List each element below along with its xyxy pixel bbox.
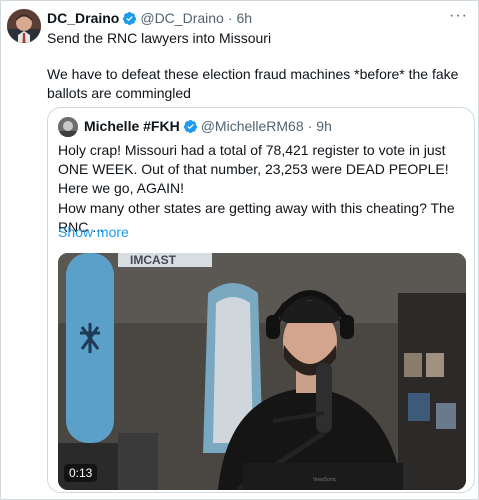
quoted-author-name[interactable]: Michelle #FKH	[84, 118, 180, 134]
quoted-avatar-image	[58, 117, 78, 137]
show-more-link[interactable]: Show more	[58, 224, 129, 240]
quoted-tweet[interactable]: Michelle #FKH @MichelleRM68 · 9h Holy cr…	[47, 107, 475, 493]
verified-badge-icon	[183, 119, 198, 134]
tweet-timestamp[interactable]: 6h	[237, 10, 253, 26]
quoted-text-paragraph-1: Holy crap! Missouri had a total of 78,42…	[58, 142, 449, 196]
video-duration-badge: 0:13	[64, 464, 98, 482]
avatar-image	[7, 9, 41, 43]
author-handle[interactable]: @DC_Draino	[140, 10, 223, 26]
tweet-header: DC_Draino @DC_Draino · 6h	[47, 10, 252, 26]
more-options-icon[interactable]: ···	[449, 7, 468, 25]
quoted-tweet-header: Michelle #FKH @MichelleRM68 · 9h	[84, 118, 332, 134]
tweet-text-line-2: We have to defeat these election fraud m…	[47, 66, 459, 101]
video-sign-text: IMCAST	[130, 253, 177, 267]
quoted-author-avatar[interactable]	[58, 117, 78, 137]
author-name[interactable]: DC_Draino	[47, 10, 119, 26]
video-frame-image: IMCAST ViewSonic	[58, 253, 466, 490]
author-avatar[interactable]	[7, 9, 41, 43]
tweet-card[interactable]: DC_Draino @DC_Draino · 6h ··· Send the R…	[0, 0, 479, 500]
quoted-author-handle[interactable]: @MichelleRM68	[201, 118, 304, 134]
tweet-text-line-1: Send the RNC lawyers into Missouri	[47, 30, 272, 46]
quoted-tweet-timestamp[interactable]: 9h	[316, 118, 332, 134]
video-monitor-text: ViewSonic	[313, 477, 337, 483]
separator-dot: ·	[307, 118, 313, 134]
verified-badge-icon	[122, 11, 137, 26]
separator-dot: ·	[227, 10, 233, 26]
video-player[interactable]: IMCAST ViewSonic 0:13	[58, 253, 466, 490]
